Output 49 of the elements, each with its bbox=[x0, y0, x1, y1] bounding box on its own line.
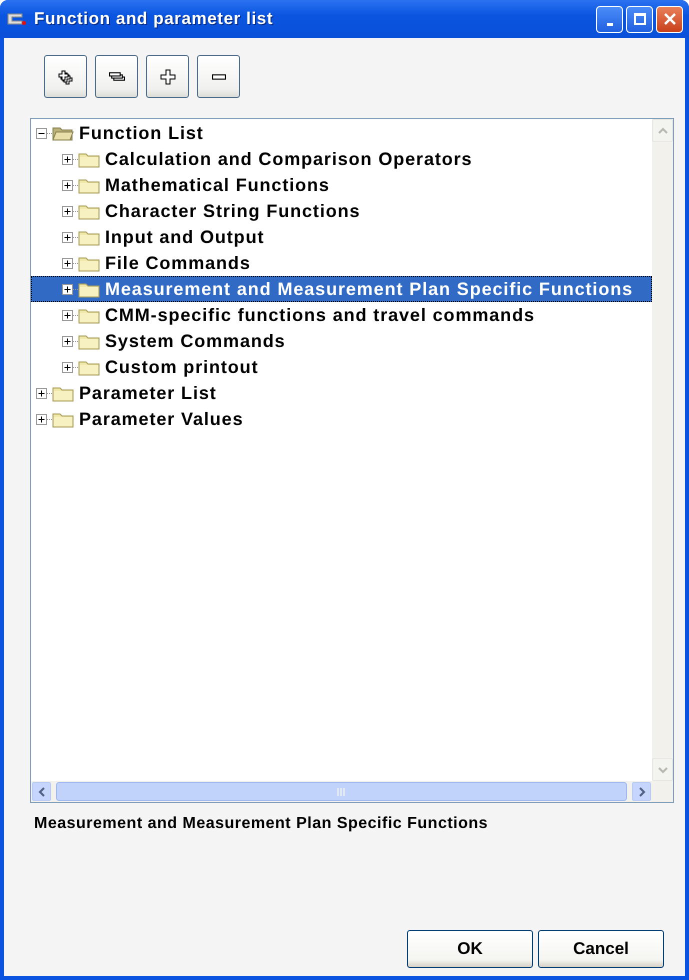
scroll-right-button[interactable] bbox=[632, 782, 651, 801]
expand-icon[interactable] bbox=[62, 258, 73, 268]
scroll-left-button[interactable] bbox=[32, 782, 51, 801]
horizontal-scrollbar[interactable] bbox=[31, 781, 673, 802]
close-button[interactable] bbox=[656, 6, 683, 32]
stacked-minus-icon bbox=[108, 72, 124, 81]
tree-item[interactable]: Input and Output bbox=[31, 224, 652, 250]
tree-item[interactable]: Parameter List bbox=[31, 380, 652, 406]
tree-item[interactable]: Mathematical Functions bbox=[31, 172, 652, 198]
collapse-button[interactable] bbox=[197, 55, 240, 98]
scroll-thumb[interactable] bbox=[56, 782, 627, 801]
maximize-icon bbox=[634, 13, 646, 25]
tree-item[interactable]: Function List bbox=[31, 120, 652, 146]
expand-icon[interactable] bbox=[62, 336, 73, 346]
app-icon bbox=[6, 11, 28, 27]
expand-icon[interactable] bbox=[62, 284, 73, 294]
expand-icon[interactable] bbox=[36, 388, 47, 398]
collapse-all-button[interactable] bbox=[95, 55, 138, 98]
description-text: Measurement and Measurement Plan Specific Functions bbox=[33, 814, 490, 834]
minus-icon bbox=[212, 74, 226, 80]
expand-button[interactable] bbox=[146, 55, 189, 98]
expand-icon[interactable] bbox=[62, 206, 73, 216]
chevron-up-icon bbox=[658, 126, 668, 134]
ok-button[interactable]: OK bbox=[407, 930, 533, 968]
expand-all-button[interactable] bbox=[44, 55, 87, 98]
tree-item[interactable]: System Commands bbox=[31, 328, 652, 354]
close-icon bbox=[664, 13, 676, 25]
tree-item[interactable]: Parameter Values bbox=[31, 406, 652, 432]
tree-item[interactable]: Calculation and Comparison Operators bbox=[31, 146, 652, 172]
cancel-button[interactable]: Cancel bbox=[538, 930, 664, 968]
chevron-left-icon bbox=[38, 786, 46, 796]
expand-icon[interactable] bbox=[62, 180, 73, 190]
chevron-right-icon bbox=[638, 786, 646, 796]
expand-icon[interactable] bbox=[62, 232, 73, 242]
chevron-down-icon bbox=[658, 766, 668, 774]
maximize-button[interactable] bbox=[626, 6, 653, 32]
tree-item[interactable]: CMM-specific functions and travel commands bbox=[31, 302, 652, 328]
tree-item[interactable]: Character String Functions bbox=[31, 198, 652, 224]
expand-icon[interactable] bbox=[36, 414, 47, 424]
tree-item[interactable]: File Commands bbox=[31, 250, 652, 276]
expand-icon[interactable] bbox=[62, 310, 73, 320]
collapse-icon[interactable] bbox=[36, 128, 47, 138]
minimize-icon bbox=[606, 22, 612, 26]
expand-icon[interactable] bbox=[62, 362, 73, 372]
expand-icon[interactable] bbox=[62, 154, 73, 164]
tree-item[interactable]: Measurement and Measurement Plan Specific Functions bbox=[31, 276, 652, 302]
window-title: Function and parameter list bbox=[34, 9, 274, 29]
tree-item[interactable]: Custom printout bbox=[31, 354, 652, 380]
minimize-button[interactable] bbox=[596, 6, 623, 32]
